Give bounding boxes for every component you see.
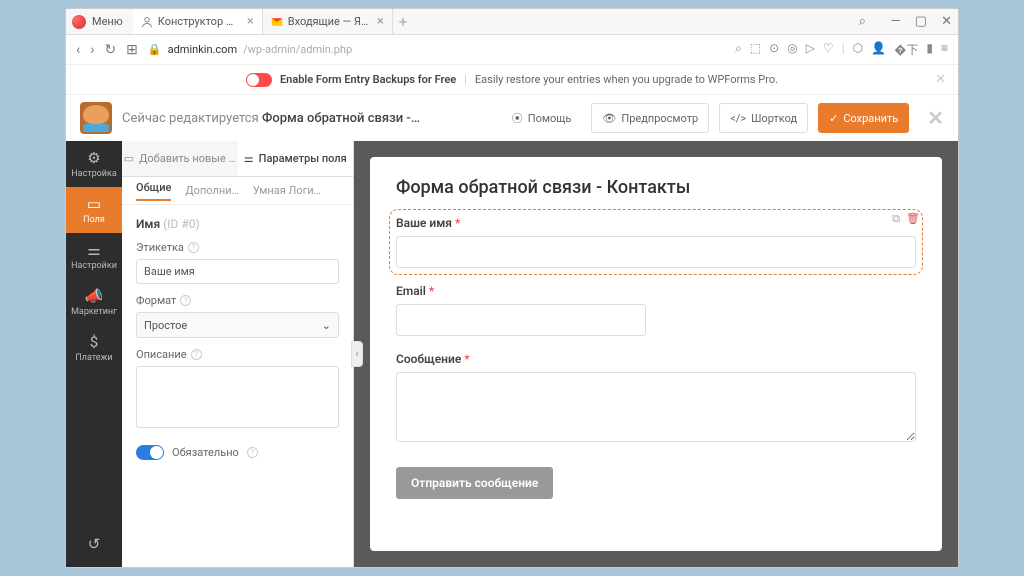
description-input[interactable] — [136, 366, 339, 428]
profile-icon[interactable]: 👤 — [871, 41, 886, 58]
close-icon[interactable]: × — [377, 14, 384, 29]
browser-tab[interactable]: Входящие — Яндекс Поч… × — [263, 9, 393, 34]
ext-icon[interactable]: ♡ — [823, 41, 834, 58]
sliders-icon: ⚌ — [87, 241, 100, 259]
address-bar: ‹ › ↻ ⊞ 🔒 adminkin.com/wp-admin/admin.ph… — [66, 35, 958, 65]
dollar-icon: $ — [90, 333, 98, 351]
close-icon[interactable]: × — [247, 14, 254, 29]
minimize-icon[interactable]: — — [891, 14, 901, 29]
ext-icon[interactable]: ⬡ — [853, 41, 863, 58]
promo-bar: Enable Form Entry Backups for Free | Eas… — [66, 65, 958, 95]
new-tab-button[interactable]: + — [399, 13, 408, 31]
browser-tabbar: Меню Конструктор WPForms ‹ A × Входящие … — [66, 9, 958, 35]
history-icon: ↺ — [88, 535, 101, 553]
opera-icon[interactable] — [72, 15, 86, 29]
form-title: Форма обратной связи - Контакты — [396, 177, 916, 198]
nav-marketing[interactable]: 📣Маркетинг — [66, 279, 122, 325]
duplicate-icon[interactable]: ⧉ — [892, 212, 900, 226]
toolbar-icons: ⌕ ⬚ ⊙ ◎ ▷ ♡ | ⬡ 👤 �下 ▮ ≡ — [735, 41, 948, 58]
form-canvas: Форма обратной связи - Контакты ⧉ 🗑 Ваше… — [354, 141, 958, 567]
wpforms-logo — [80, 102, 112, 134]
nav-fields[interactable]: ▭Поля — [66, 187, 122, 233]
tab-field-options[interactable]: ⚌ Параметры поля — [238, 141, 354, 176]
maximize-icon[interactable]: ▢ — [915, 14, 927, 29]
label-description: Описание? — [136, 348, 339, 361]
browser-tab[interactable]: Конструктор WPForms ‹ A × — [133, 9, 263, 34]
delete-icon[interactable]: 🗑 — [906, 212, 920, 226]
subtab-logic[interactable]: Умная Логи… — [253, 184, 321, 197]
help-icon[interactable]: ? — [191, 349, 202, 360]
gear-icon: ⚙ — [87, 149, 100, 167]
field-label: Сообщение * — [396, 352, 916, 366]
help-icon[interactable]: ? — [247, 447, 258, 458]
megaphone-icon: 📣 — [85, 287, 104, 305]
field-name[interactable]: ⧉ 🗑 Ваше имя * — [396, 216, 916, 268]
ext-icon[interactable]: ⬚ — [750, 41, 761, 58]
promo-toggle[interactable] — [246, 73, 272, 87]
message-input[interactable] — [396, 372, 916, 442]
subtab-general[interactable]: Общие — [136, 181, 171, 201]
nav-setup[interactable]: ⚙Настройка — [66, 141, 122, 187]
side-panel: ▭ Добавить новые … ⚌ Параметры поля Общи… — [122, 141, 354, 567]
preview-button[interactable]: 👁 Предпросмотр — [591, 103, 709, 133]
apps-icon[interactable]: ⊞ — [126, 42, 138, 58]
ext-icon[interactable]: ▷ — [806, 41, 815, 58]
label-format: Формат? — [136, 294, 339, 307]
field-message[interactable]: Сообщение * — [396, 352, 916, 445]
field-email[interactable]: Email * — [396, 284, 916, 336]
help-icon[interactable]: ? — [188, 242, 199, 253]
vertical-nav: ⚙Настройка ▭Поля ⚌Настройки 📣Маркетинг $… — [66, 141, 122, 567]
url-host: adminkin.com — [168, 43, 238, 56]
label-etiketka: Этикетка? — [136, 241, 339, 254]
nav-settings[interactable]: ⚌Настройки — [66, 233, 122, 279]
required-label: Обязательно — [172, 446, 239, 459]
save-button[interactable]: ✓ Сохранить — [818, 103, 909, 133]
person-icon — [141, 16, 153, 28]
app-header: Сейчас редактируется Форма обратной связ… — [66, 95, 958, 141]
url-field[interactable]: 🔒 adminkin.com/wp-admin/admin.php — [148, 43, 725, 56]
download-icon[interactable]: �下 — [894, 41, 918, 58]
dismiss-icon[interactable]: ✕ — [935, 72, 946, 87]
reload-icon[interactable]: ↻ — [104, 42, 116, 58]
promo-text: Easily restore your entries when you upg… — [475, 73, 778, 86]
ext-icon[interactable]: ⌕ — [735, 41, 742, 58]
close-builder-icon[interactable]: ✕ — [927, 106, 944, 130]
editing-label: Сейчас редактируется Форма обратной связ… — [122, 111, 492, 126]
format-select[interactable]: Простое⌄ — [136, 312, 339, 338]
nav-history[interactable]: ↺ — [66, 521, 122, 567]
name-input[interactable] — [396, 236, 916, 268]
shortcode-button[interactable]: </> Шорткод — [719, 103, 808, 133]
tab-title: Конструктор WPForms ‹ A — [158, 15, 242, 28]
email-input[interactable] — [396, 304, 646, 336]
close-window-icon[interactable]: ✕ — [941, 14, 952, 29]
fields-icon: ▭ — [87, 195, 101, 213]
help-icon[interactable]: ? — [180, 295, 191, 306]
mail-icon — [271, 16, 283, 28]
required-toggle[interactable] — [136, 445, 164, 460]
nav-payments[interactable]: $Платежи — [66, 325, 122, 371]
ext-icon[interactable]: ◎ — [787, 41, 797, 58]
field-label: Ваше имя * — [396, 216, 916, 230]
ext-icon[interactable]: ▮ — [926, 41, 933, 58]
subtab-advanced[interactable]: Дополни… — [185, 184, 239, 197]
menu-button[interactable]: Меню — [92, 15, 123, 28]
lock-icon: 🔒 — [148, 43, 162, 56]
menu-icon[interactable]: ≡ — [941, 41, 948, 58]
ext-icon[interactable]: ⊙ — [769, 41, 779, 58]
forward-icon[interactable]: › — [90, 42, 94, 58]
submit-button[interactable]: Отправить сообщение — [396, 467, 553, 499]
search-icon[interactable]: ⌕ — [859, 14, 866, 29]
tab-title: Входящие — Яндекс Поч… — [288, 15, 372, 28]
back-icon[interactable]: ‹ — [76, 42, 80, 58]
collapse-panel-icon[interactable]: ‹ — [351, 341, 363, 367]
chevron-down-icon: ⌄ — [322, 319, 331, 332]
field-label: Email * — [396, 284, 916, 298]
promo-title: Enable Form Entry Backups for Free — [280, 73, 456, 86]
label-input[interactable] — [136, 259, 339, 284]
url-path: /wp-admin/admin.php — [243, 43, 352, 56]
help-button[interactable]: ⦿ Помощь — [502, 103, 582, 133]
field-heading: Имя (ID #0) — [136, 217, 339, 231]
tab-add-fields[interactable]: ▭ Добавить новые … — [122, 141, 238, 176]
